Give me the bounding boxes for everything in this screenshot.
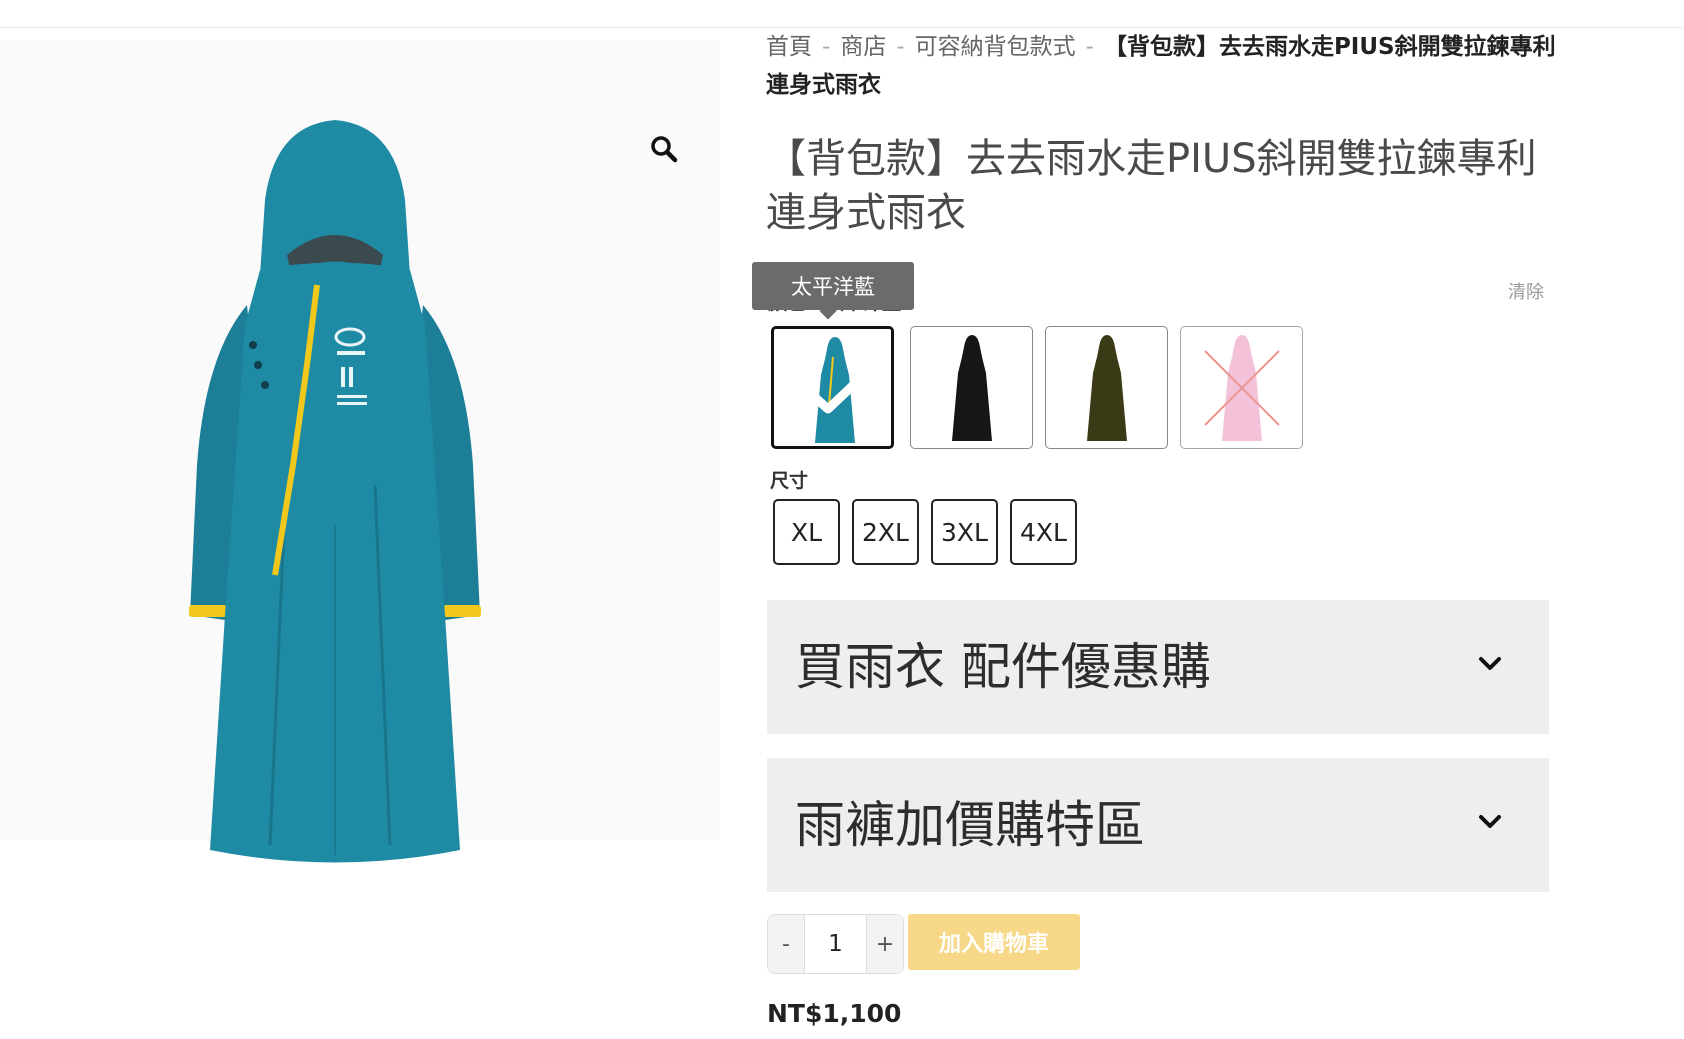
breadcrumb: 首頁 - 商店 - 可容納背包款式 - 【背包款】去去雨水走PIUS斜開雙拉鍊專利連身式雨衣 [766,28,1556,104]
color-tooltip: 太平洋藍 [752,262,914,310]
size-button-xl[interactable]: XL [773,499,840,565]
size-label: 尺寸 [770,470,809,492]
chevron-down-icon [1479,815,1501,828]
quantity-input[interactable] [805,915,866,973]
breadcrumb-home-link[interactable]: 首頁 [766,34,812,60]
selected-check-icon [805,370,869,414]
quantity-stepper: - + [767,914,904,974]
chevron-down-icon [1479,657,1501,670]
unavailable-cross-icon [1204,350,1280,426]
color-swatch-black[interactable] [910,326,1033,449]
product-gallery [0,40,720,863]
size-button-2xl[interactable]: 2XL [852,499,919,565]
breadcrumb-separator: - [896,34,905,60]
breadcrumb-separator: - [822,34,831,60]
breadcrumb-separator: - [1085,34,1094,60]
quantity-decrease-button[interactable]: - [768,915,805,973]
accordion-title: 買雨衣 配件優惠購 [795,638,1211,696]
product-price: NT$1,100 [767,999,902,1028]
raincoat-thumbnail [952,335,992,441]
quantity-increase-button[interactable]: + [866,915,903,973]
breadcrumb-shop-link[interactable]: 商店 [840,34,886,60]
size-button-3xl[interactable]: 3XL [931,499,998,565]
magnifier-icon [651,136,678,163]
accordion-accessories[interactable]: 買雨衣 配件優惠購 [767,600,1549,734]
clear-selection-link[interactable]: 清除 [1508,278,1544,304]
size-button-4xl[interactable]: 4XL [1010,499,1077,565]
raincoat-thumbnail [1087,335,1127,441]
color-swatch-pink-unavailable[interactable] [1180,326,1303,449]
zoom-button[interactable] [642,127,686,171]
color-swatch-olive[interactable] [1045,326,1168,449]
accordion-title: 雨褲加價購特區 [795,796,1145,854]
add-to-cart-button[interactable]: 加入購物車 [908,914,1080,970]
product-title: 【背包款】去去雨水走PIUS斜開雙拉鍊專利連身式雨衣 [766,136,1537,236]
breadcrumb-category-link[interactable]: 可容納背包款式 [915,34,1076,60]
accordion-rain-pants[interactable]: 雨褲加價購特區 [767,758,1549,892]
raincoat-product-image [189,120,481,863]
top-divider [0,0,1684,28]
color-swatch-pacific-blue[interactable] [771,326,894,449]
